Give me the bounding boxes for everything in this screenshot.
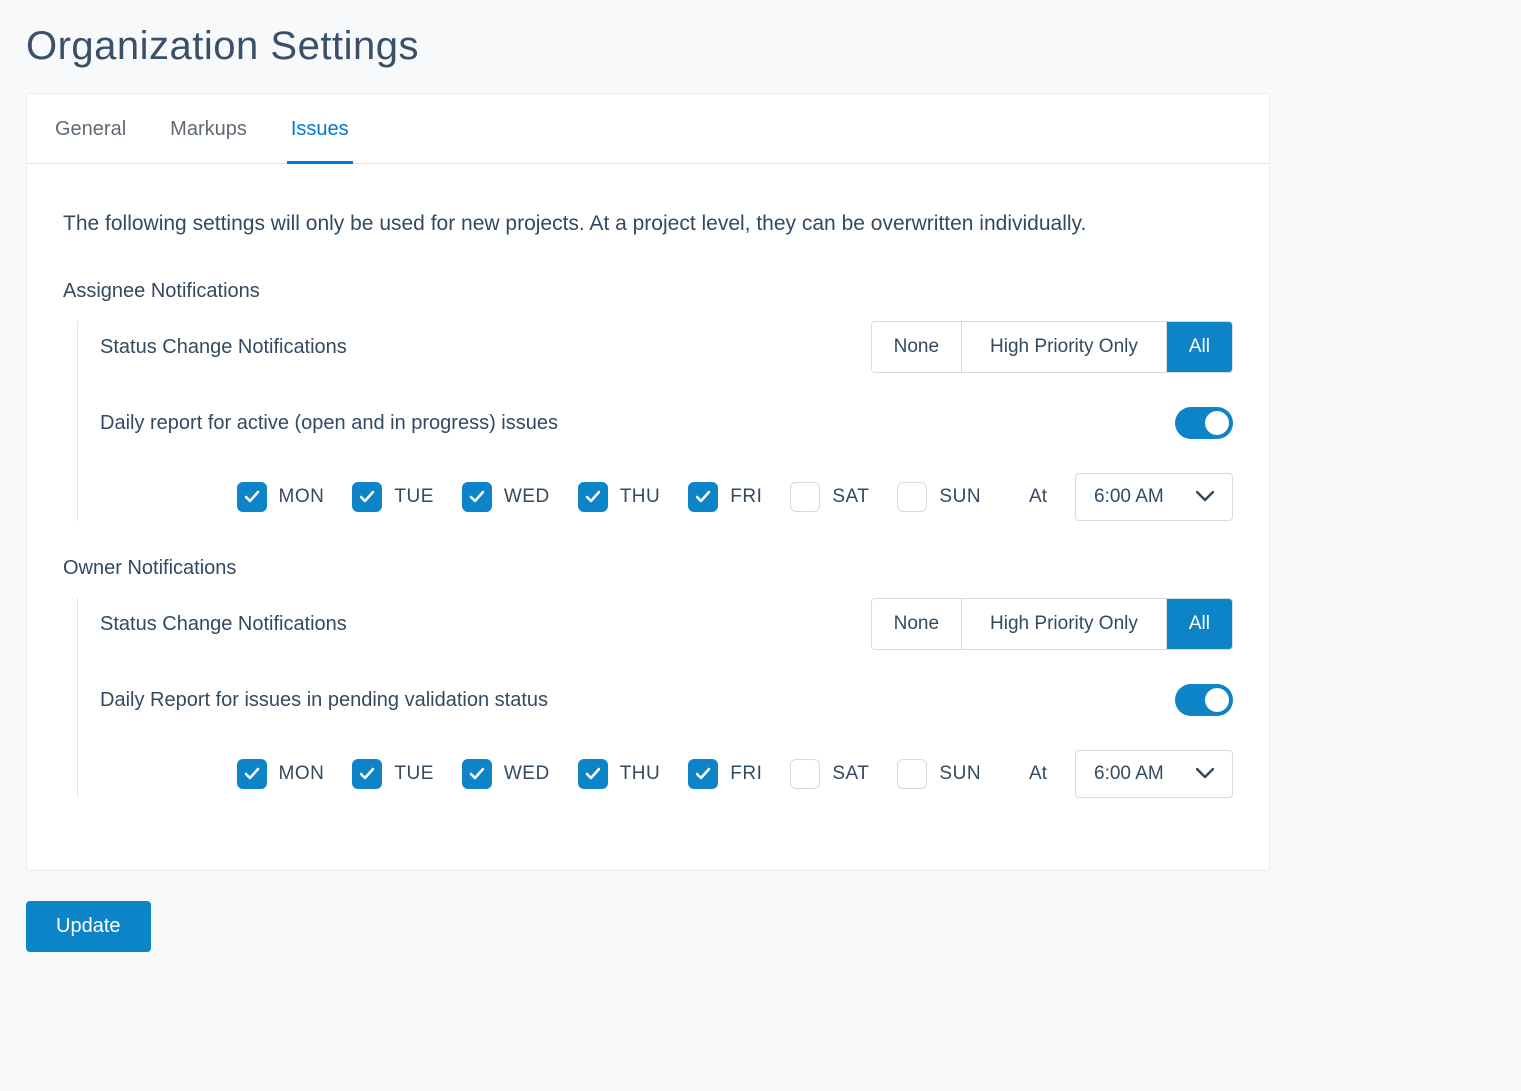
- toggle-knob: [1205, 411, 1229, 435]
- tab-general[interactable]: General: [51, 94, 130, 164]
- assignee-title: Assignee Notifications: [63, 280, 1233, 303]
- checkbox-checked-icon: [352, 482, 382, 512]
- time-value: 6:00 AM: [1094, 763, 1164, 785]
- owner-section: Owner Notifications Status Change Notifi…: [63, 557, 1233, 798]
- day-label: MON: [279, 763, 325, 785]
- owner-status-none[interactable]: None: [872, 599, 962, 649]
- owner-status-label: Status Change Notifications: [100, 613, 347, 636]
- checkbox-checked-icon: [688, 759, 718, 789]
- checkbox-checked-icon: [462, 482, 492, 512]
- owner-day-thu[interactable]: THU: [578, 759, 661, 789]
- day-label: FRI: [730, 763, 762, 785]
- checkbox-checked-icon: [352, 759, 382, 789]
- intro-text: The following settings will only be used…: [63, 212, 1233, 236]
- day-label: FRI: [730, 486, 762, 508]
- day-label: TUE: [394, 486, 434, 508]
- day-label: MON: [279, 486, 325, 508]
- checkbox-unchecked-icon: [790, 759, 820, 789]
- day-label: SAT: [832, 486, 869, 508]
- checkbox-checked-icon: [578, 482, 608, 512]
- owner-daily-toggle[interactable]: [1175, 684, 1233, 716]
- chevron-down-icon: [1196, 491, 1214, 503]
- at-label: At: [1029, 486, 1047, 508]
- checkbox-unchecked-icon: [897, 482, 927, 512]
- day-label: SUN: [939, 486, 981, 508]
- day-label: WED: [504, 763, 550, 785]
- owner-day-mon[interactable]: MON: [237, 759, 325, 789]
- day-label: SUN: [939, 763, 981, 785]
- day-label: SAT: [832, 763, 869, 785]
- assignee-day-thu[interactable]: THU: [578, 482, 661, 512]
- assignee-day-tue[interactable]: TUE: [352, 482, 434, 512]
- owner-title: Owner Notifications: [63, 557, 1233, 580]
- at-label: At: [1029, 763, 1047, 785]
- assignee-daily-label: Daily report for active (open and in pro…: [100, 412, 558, 435]
- assignee-status-all[interactable]: All: [1167, 322, 1232, 372]
- tab-issues[interactable]: Issues: [287, 94, 353, 164]
- page-title: Organization Settings: [0, 0, 1521, 93]
- toggle-knob: [1205, 688, 1229, 712]
- assignee-day-fri[interactable]: FRI: [688, 482, 762, 512]
- update-button[interactable]: Update: [26, 901, 151, 952]
- assignee-daily-row: Daily report for active (open and in pro…: [100, 397, 1233, 449]
- assignee-status-none[interactable]: None: [872, 322, 962, 372]
- assignee-days-row: MON TUE WED THU: [100, 473, 1233, 521]
- settings-panel: General Markups Issues The following set…: [26, 93, 1270, 871]
- owner-status-row: Status Change Notifications None High Pr…: [100, 598, 1233, 650]
- checkbox-checked-icon: [578, 759, 608, 789]
- assignee-status-high[interactable]: High Priority Only: [962, 322, 1167, 372]
- assignee-daily-toggle[interactable]: [1175, 407, 1233, 439]
- tabs: General Markups Issues: [27, 94, 1269, 164]
- assignee-status-row: Status Change Notifications None High Pr…: [100, 321, 1233, 373]
- assignee-section: Assignee Notifications Status Change Not…: [63, 280, 1233, 521]
- owner-day-sun[interactable]: SUN: [897, 759, 981, 789]
- day-label: THU: [620, 763, 661, 785]
- day-label: THU: [620, 486, 661, 508]
- owner-daily-row: Daily Report for issues in pending valid…: [100, 674, 1233, 726]
- owner-daily-label: Daily Report for issues in pending valid…: [100, 689, 548, 712]
- day-label: WED: [504, 486, 550, 508]
- checkbox-checked-icon: [688, 482, 718, 512]
- tab-markups[interactable]: Markups: [166, 94, 251, 164]
- tab-content: The following settings will only be used…: [27, 164, 1269, 870]
- assignee-day-wed[interactable]: WED: [462, 482, 550, 512]
- assignee-status-segmented: None High Priority Only All: [871, 321, 1233, 373]
- checkbox-unchecked-icon: [897, 759, 927, 789]
- assignee-day-sun[interactable]: SUN: [897, 482, 981, 512]
- owner-status-high[interactable]: High Priority Only: [962, 599, 1167, 649]
- checkbox-checked-icon: [462, 759, 492, 789]
- owner-day-fri[interactable]: FRI: [688, 759, 762, 789]
- owner-days-row: MON TUE WED THU: [100, 750, 1233, 798]
- owner-status-all[interactable]: All: [1167, 599, 1232, 649]
- assignee-day-sat[interactable]: SAT: [790, 482, 869, 512]
- checkbox-unchecked-icon: [790, 482, 820, 512]
- owner-day-tue[interactable]: TUE: [352, 759, 434, 789]
- chevron-down-icon: [1196, 768, 1214, 780]
- assignee-status-label: Status Change Notifications: [100, 336, 347, 359]
- assignee-day-mon[interactable]: MON: [237, 482, 325, 512]
- assignee-time-select[interactable]: 6:00 AM: [1075, 473, 1233, 521]
- day-label: TUE: [394, 763, 434, 785]
- owner-day-sat[interactable]: SAT: [790, 759, 869, 789]
- time-value: 6:00 AM: [1094, 486, 1164, 508]
- checkbox-checked-icon: [237, 482, 267, 512]
- owner-status-segmented: None High Priority Only All: [871, 598, 1233, 650]
- owner-time-select[interactable]: 6:00 AM: [1075, 750, 1233, 798]
- owner-day-wed[interactable]: WED: [462, 759, 550, 789]
- checkbox-checked-icon: [237, 759, 267, 789]
